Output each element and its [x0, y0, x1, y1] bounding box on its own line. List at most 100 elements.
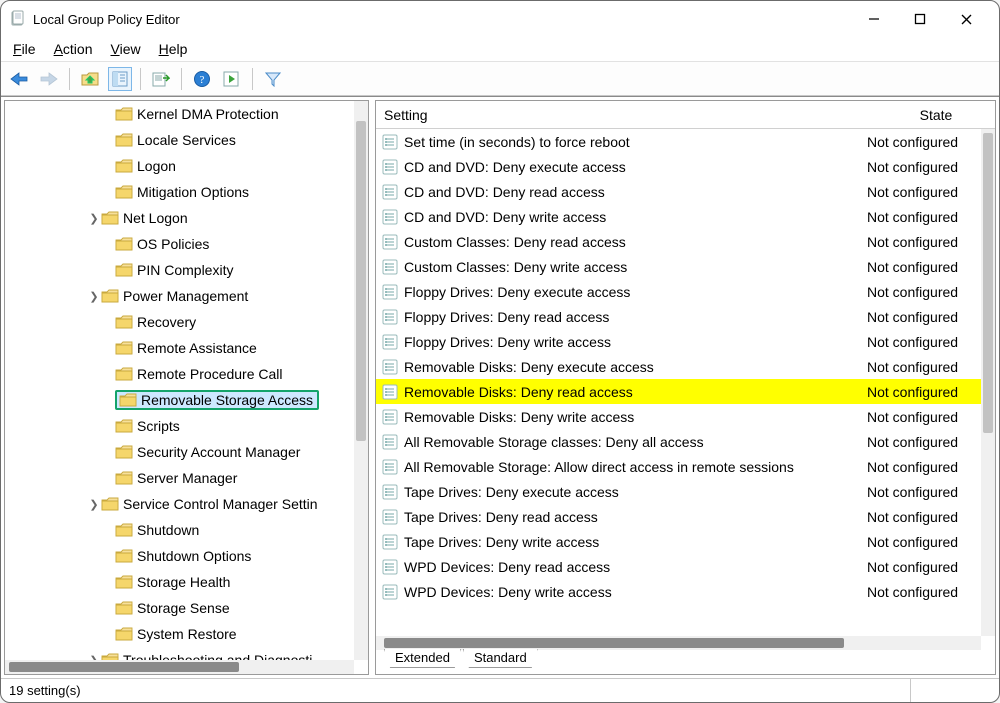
folder-icon	[115, 627, 133, 642]
folder-icon	[115, 133, 133, 148]
tree-item[interactable]: Shutdown	[5, 517, 354, 543]
list-row-setting: WPD Devices: Deny write access	[404, 584, 612, 600]
minimize-button[interactable]	[851, 4, 897, 34]
export-button[interactable]	[149, 67, 173, 91]
tree-item[interactable]: Recovery	[5, 309, 354, 335]
folder-icon	[115, 237, 133, 252]
tree-item[interactable]: Kernel DMA Protection	[5, 101, 354, 127]
menu-help[interactable]: Help	[159, 41, 188, 57]
list-row[interactable]: Custom Classes: Deny write accessNot con…	[376, 254, 981, 279]
list-row[interactable]: Removable Disks: Deny execute accessNot …	[376, 354, 981, 379]
tree-item[interactable]: ❯Troubleshooting and Diagnosti	[5, 647, 354, 660]
setting-icon	[382, 184, 398, 200]
list-vertical-scrollbar[interactable]	[981, 129, 995, 636]
tree-item[interactable]: ❯Service Control Manager Settin	[5, 491, 354, 517]
list-row[interactable]: Removable Disks: Deny read accessNot con…	[376, 379, 981, 404]
tree-item[interactable]: Mitigation Options	[5, 179, 354, 205]
menu-view[interactable]: View	[111, 41, 141, 57]
forward-button[interactable]	[37, 67, 61, 91]
tree-item[interactable]: Storage Health	[5, 569, 354, 595]
chevron-right-icon[interactable]: ❯	[87, 212, 101, 225]
list-row-setting: Floppy Drives: Deny write access	[404, 334, 611, 350]
tree-item[interactable]: ❯Net Logon	[5, 205, 354, 231]
titlebar: Local Group Policy Editor	[1, 1, 999, 37]
list-row-setting: CD and DVD: Deny execute access	[404, 159, 626, 175]
chevron-right-icon[interactable]: ❯	[87, 498, 101, 511]
list-content[interactable]: Set time (in seconds) to force rebootNot…	[376, 129, 981, 636]
tree-item-label: Troubleshooting and Diagnosti	[123, 652, 312, 660]
list-row-setting: Tape Drives: Deny read access	[404, 509, 598, 525]
setting-icon	[382, 209, 398, 225]
list-row[interactable]: All Removable Storage classes: Deny all …	[376, 429, 981, 454]
tree-item[interactable]: ❯ Power Management	[5, 283, 354, 309]
list-row-state: Not configured	[863, 134, 981, 150]
list-horizontal-scrollbar[interactable]	[376, 636, 981, 650]
tree-item[interactable]: OS Policies	[5, 231, 354, 257]
list-row-state: Not configured	[863, 484, 981, 500]
client-area: Kernel DMA ProtectionLocale ServicesLogo…	[1, 96, 999, 678]
menu-action[interactable]: Action	[54, 41, 93, 57]
list-row-state: Not configured	[863, 384, 981, 400]
folder-icon	[115, 185, 133, 200]
close-button[interactable]	[943, 4, 989, 34]
tree-item[interactable]: Remote Procedure Call	[5, 361, 354, 387]
list-row[interactable]: Floppy Drives: Deny read accessNot confi…	[376, 304, 981, 329]
help-button[interactable]: ?	[190, 67, 214, 91]
list-row[interactable]: Set time (in seconds) to force rebootNot…	[376, 129, 981, 154]
column-setting[interactable]: Setting	[376, 107, 877, 123]
up-button[interactable]	[78, 67, 102, 91]
list-row[interactable]: Removable Disks: Deny write accessNot co…	[376, 404, 981, 429]
list-row-state: Not configured	[863, 284, 981, 300]
list-row-state: Not configured	[863, 234, 981, 250]
list-row[interactable]: Tape Drives: Deny execute accessNot conf…	[376, 479, 981, 504]
tree-horizontal-scrollbar[interactable]	[5, 660, 354, 674]
list-row[interactable]: Floppy Drives: Deny execute accessNot co…	[376, 279, 981, 304]
setting-icon	[382, 334, 398, 350]
tree-item-label: Recovery	[137, 314, 196, 330]
tree-item[interactable]: Server Manager	[5, 465, 354, 491]
tree-item[interactable]: Locale Services	[5, 127, 354, 153]
tab-extended[interactable]: Extended	[384, 649, 461, 668]
folder-icon	[101, 653, 119, 661]
tree-item-label: Mitigation Options	[137, 184, 249, 200]
tree-item-label: Shutdown Options	[137, 548, 251, 564]
tree-item[interactable]: Security Account Manager	[5, 439, 354, 465]
tree-item-label: Power Management	[123, 288, 248, 304]
show-hide-tree-button[interactable]	[108, 67, 132, 91]
tree-item[interactable]: Removable Storage Access	[5, 387, 354, 413]
tree-item-label: Security Account Manager	[137, 444, 300, 460]
list-row[interactable]: Floppy Drives: Deny write accessNot conf…	[376, 329, 981, 354]
list-row[interactable]: Custom Classes: Deny read accessNot conf…	[376, 229, 981, 254]
tree-item[interactable]: Logon	[5, 153, 354, 179]
tree-item[interactable]: Scripts	[5, 413, 354, 439]
list-row[interactable]: WPD Devices: Deny write accessNot config…	[376, 579, 981, 604]
menu-file[interactable]: File	[13, 41, 36, 57]
list-row[interactable]: CD and DVD: Deny read accessNot configur…	[376, 179, 981, 204]
tree-item[interactable]: Storage Sense	[5, 595, 354, 621]
tree-vertical-scrollbar[interactable]	[354, 101, 368, 660]
list-row[interactable]: Tape Drives: Deny write accessNot config…	[376, 529, 981, 554]
list-row-setting: Removable Disks: Deny write access	[404, 409, 634, 425]
maximize-button[interactable]	[897, 4, 943, 34]
tree-item-label: Storage Health	[137, 574, 230, 590]
list-row[interactable]: WPD Devices: Deny read accessNot configu…	[376, 554, 981, 579]
list-row[interactable]: CD and DVD: Deny execute accessNot confi…	[376, 154, 981, 179]
filter-button[interactable]	[261, 67, 285, 91]
tree-content[interactable]: Kernel DMA ProtectionLocale ServicesLogo…	[5, 101, 354, 660]
tree-item[interactable]: System Restore	[5, 621, 354, 647]
run-button[interactable]	[220, 67, 244, 91]
setting-icon	[382, 234, 398, 250]
setting-icon	[382, 509, 398, 525]
tree-item[interactable]: Shutdown Options	[5, 543, 354, 569]
chevron-right-icon[interactable]: ❯	[87, 290, 101, 303]
window-controls	[851, 4, 989, 34]
tree-item[interactable]: PIN Complexity	[5, 257, 354, 283]
tab-standard[interactable]: Standard	[463, 649, 538, 668]
back-button[interactable]	[7, 67, 31, 91]
list-row[interactable]: All Removable Storage: Allow direct acce…	[376, 454, 981, 479]
tree-item[interactable]: Remote Assistance	[5, 335, 354, 361]
list-row[interactable]: Tape Drives: Deny read accessNot configu…	[376, 504, 981, 529]
tree-item-label: Shutdown	[137, 522, 199, 538]
column-state[interactable]: State	[877, 107, 995, 123]
list-row[interactable]: CD and DVD: Deny write accessNot configu…	[376, 204, 981, 229]
